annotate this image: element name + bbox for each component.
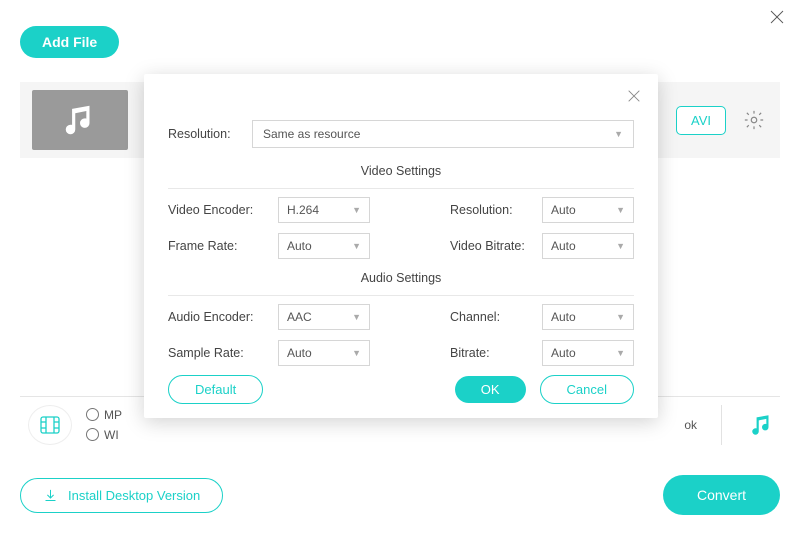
audio-settings-header: Audio Settings [168,265,634,293]
settings-modal: Resolution: Same as resource ▼ Video Set… [144,74,658,418]
format-button[interactable]: AVI [676,106,726,135]
chevron-down-icon: ▼ [614,129,623,139]
ok-button[interactable]: OK [455,376,526,403]
chevron-down-icon: ▼ [616,348,625,358]
audio-encoder-select[interactable]: AAC▼ [278,304,370,330]
gear-icon [743,109,765,131]
install-desktop-button[interactable]: Install Desktop Version [20,478,223,513]
chevron-down-icon: ▼ [352,348,361,358]
audio-encoder-label: Audio Encoder: [168,310,278,324]
chevron-down-icon: ▼ [616,205,625,215]
output-audio-icon-box[interactable] [744,412,780,438]
settings-gear-button[interactable] [740,106,768,134]
chevron-down-icon: ▼ [616,241,625,251]
resolution-top-select[interactable]: Same as resource ▼ [252,120,634,148]
output-video-icon-box [28,405,72,445]
output-format-radios: MP WI [86,408,122,442]
frame-rate-label: Frame Rate: [168,239,278,253]
cancel-button[interactable]: Cancel [540,375,634,404]
divider [168,188,634,189]
audio-settings-grid: Audio Encoder: AAC▼ Channel: Auto▼ Sampl… [168,304,634,366]
bottom-text-fragment: ok [684,418,697,432]
video-resolution-label: Resolution: [450,203,542,217]
sample-rate-label: Sample Rate: [168,346,278,360]
video-bitrate-select[interactable]: Auto▼ [542,233,634,259]
install-desktop-label: Install Desktop Version [68,488,200,503]
video-encoder-select[interactable]: H.264▼ [278,197,370,223]
convert-button[interactable]: Convert [663,475,780,515]
close-icon [768,8,786,26]
resolution-top-label: Resolution: [168,127,252,141]
window-close-button[interactable] [766,6,788,28]
radio-option-2[interactable]: WI [86,428,122,442]
vertical-divider [721,405,722,445]
default-button[interactable]: Default [168,375,263,404]
radio-input-2[interactable] [86,428,99,441]
audio-bitrate-select[interactable]: Auto▼ [542,340,634,366]
add-file-button[interactable]: Add File [20,26,119,58]
video-encoder-label: Video Encoder: [168,203,278,217]
film-icon [38,413,62,437]
music-note-icon [749,412,775,438]
channel-label: Channel: [450,310,542,324]
file-thumbnail[interactable] [32,90,128,150]
radio-option-1[interactable]: MP [86,408,122,422]
radio-label-2: WI [104,428,119,442]
chevron-down-icon: ▼ [352,241,361,251]
radio-input-1[interactable] [86,408,99,421]
audio-bitrate-label: Bitrate: [450,346,542,360]
download-icon [43,488,58,503]
divider [168,295,634,296]
channel-select[interactable]: Auto▼ [542,304,634,330]
close-icon [626,88,642,104]
chevron-down-icon: ▼ [352,312,361,322]
modal-footer: Default OK Cancel [168,375,634,404]
video-resolution-select[interactable]: Auto▼ [542,197,634,223]
footer: Install Desktop Version Convert [20,473,780,517]
modal-close-button[interactable] [624,86,644,106]
resolution-top-value: Same as resource [263,127,360,141]
music-note-icon [61,101,99,139]
frame-rate-select[interactable]: Auto▼ [278,233,370,259]
video-settings-header: Video Settings [168,158,634,186]
video-settings-grid: Video Encoder: H.264▼ Resolution: Auto▼ … [168,197,634,259]
video-bitrate-label: Video Bitrate: [450,239,542,253]
radio-label-1: MP [104,408,122,422]
chevron-down-icon: ▼ [352,205,361,215]
chevron-down-icon: ▼ [616,312,625,322]
sample-rate-select[interactable]: Auto▼ [278,340,370,366]
